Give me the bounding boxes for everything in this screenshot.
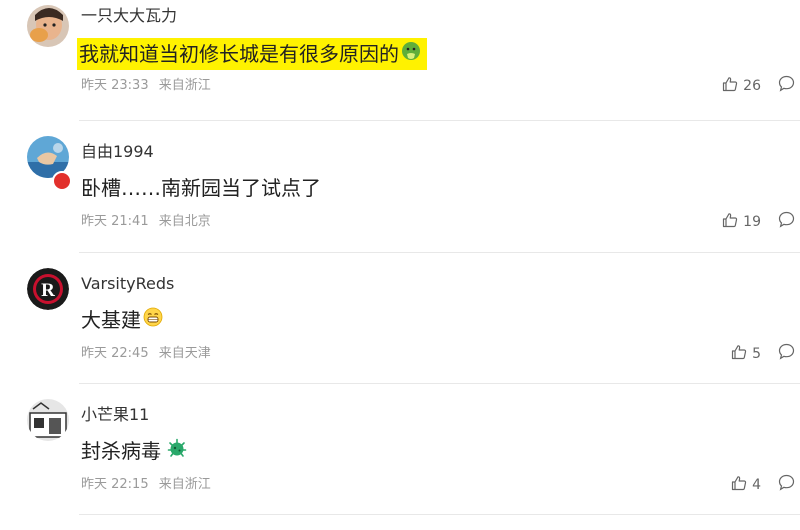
comment-location: 来自北京 bbox=[158, 214, 211, 229]
like-button[interactable]: 5 bbox=[731, 344, 761, 364]
comment-username[interactable]: 小芒果11 bbox=[81, 405, 149, 425]
comment-username[interactable]: 自由1994 bbox=[81, 142, 154, 162]
comment-text: 卧槽……南新园当了试点了 bbox=[81, 176, 321, 200]
comment-text: 大基建 bbox=[81, 306, 163, 334]
like-button[interactable]: 4 bbox=[731, 475, 761, 495]
avatar[interactable] bbox=[27, 399, 69, 441]
like-count: 26 bbox=[743, 77, 761, 94]
verified-badge-icon bbox=[52, 171, 72, 191]
comment-item: 一只大大瓦力 我就知道当初修长城是有很多原因的 昨天 23:33 来自浙江 26 bbox=[0, 0, 800, 131]
comment-reply-icon[interactable] bbox=[778, 75, 795, 96]
comment-text: 我就知道当初修长城是有很多原因的 bbox=[77, 38, 427, 70]
comment-meta: 昨天 23:33 来自浙江 bbox=[81, 77, 211, 95]
thumbs-up-icon bbox=[722, 76, 743, 96]
comment-username[interactable]: VarsityReds bbox=[81, 274, 174, 294]
comment-actions: 19 bbox=[722, 211, 795, 232]
vomit-face-icon bbox=[401, 40, 421, 68]
comment-text-body: 封杀病毒 bbox=[81, 439, 161, 463]
like-count: 4 bbox=[752, 476, 761, 493]
comment-time: 昨天 23:33 bbox=[81, 78, 149, 93]
svg-text:R: R bbox=[41, 280, 55, 301]
comment-location: 来自浙江 bbox=[158, 477, 211, 492]
comment-actions: 5 bbox=[731, 343, 795, 364]
comment-username[interactable]: 一只大大瓦力 bbox=[81, 6, 177, 26]
divider bbox=[79, 383, 800, 384]
comment-time: 昨天 22:15 bbox=[81, 477, 149, 492]
comment-time: 昨天 21:41 bbox=[81, 214, 149, 229]
avatar[interactable]: R bbox=[27, 268, 69, 310]
comment-actions: 26 bbox=[722, 75, 795, 96]
divider bbox=[79, 252, 800, 253]
comment-text-body: 大基建 bbox=[81, 308, 141, 332]
like-button[interactable]: 26 bbox=[722, 76, 761, 96]
virus-icon bbox=[167, 437, 187, 465]
like-count: 19 bbox=[743, 213, 761, 230]
comment-reply-icon[interactable] bbox=[778, 211, 795, 232]
comment-text-body: 我就知道当初修长城是有很多原因的 bbox=[79, 42, 399, 66]
comment-location: 来自浙江 bbox=[158, 78, 211, 93]
comment-item: 小芒果11 封杀病毒 昨天 22:15 来自浙江 4 bbox=[0, 399, 800, 530]
comment-time: 昨天 22:45 bbox=[81, 346, 149, 361]
like-count: 5 bbox=[752, 345, 761, 362]
divider bbox=[79, 120, 800, 121]
thumbs-up-icon bbox=[731, 344, 752, 364]
comment-reply-icon[interactable] bbox=[778, 474, 795, 495]
comment-actions: 4 bbox=[731, 474, 795, 495]
thumbs-up-icon bbox=[731, 475, 752, 495]
comment-location: 来自天津 bbox=[158, 346, 211, 361]
comment-meta: 昨天 22:15 来自浙江 bbox=[81, 476, 211, 494]
comment-text: 封杀病毒 bbox=[81, 437, 187, 465]
comment-meta: 昨天 22:45 来自天津 bbox=[81, 345, 211, 363]
thumbs-up-icon bbox=[722, 212, 743, 232]
divider bbox=[79, 514, 800, 515]
comment-item: R VarsityReds 大基建 昨天 22:45 来自天津 5 bbox=[0, 268, 800, 399]
avatar[interactable] bbox=[27, 5, 69, 47]
comment-meta: 昨天 21:41 来自北京 bbox=[81, 213, 211, 231]
comment-reply-icon[interactable] bbox=[778, 343, 795, 364]
comment-item: 自由1994 卧槽……南新园当了试点了 昨天 21:41 来自北京 19 bbox=[0, 136, 800, 267]
like-button[interactable]: 19 bbox=[722, 212, 761, 232]
grin-face-icon bbox=[143, 306, 163, 334]
